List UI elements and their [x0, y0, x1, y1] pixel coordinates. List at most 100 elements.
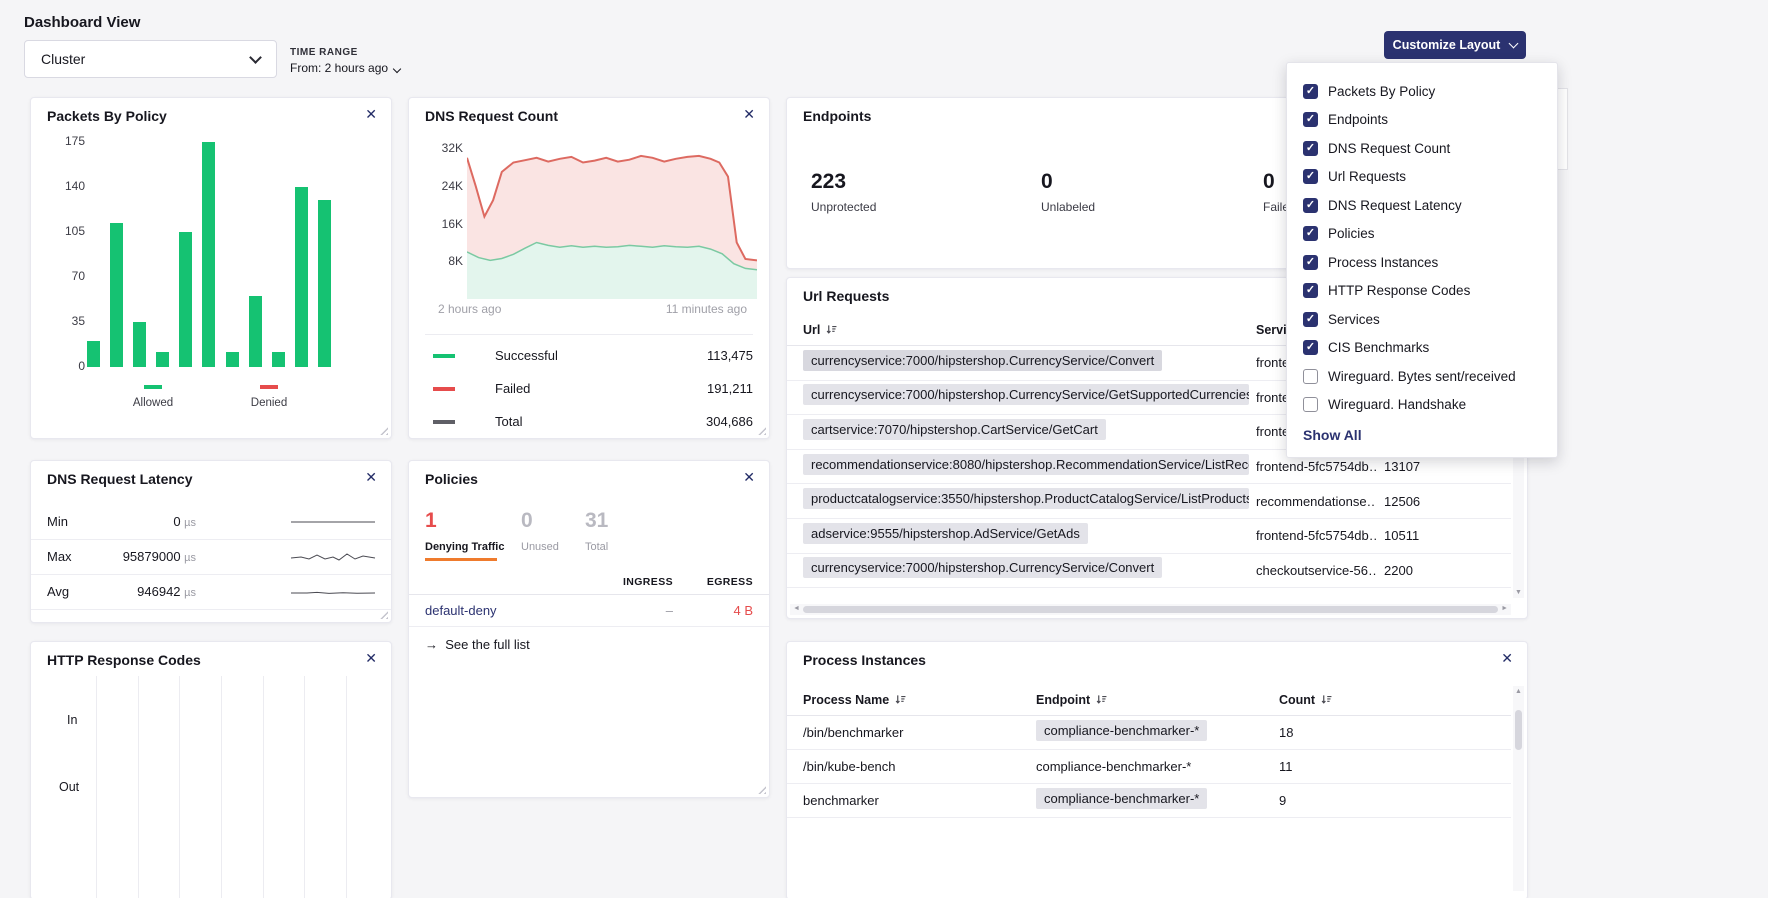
- column-header: INGRESS: [593, 576, 673, 588]
- column-label: Url: [803, 323, 820, 337]
- count-cell: 18: [1279, 725, 1399, 740]
- customize-menu-item[interactable]: ✓Policies: [1303, 220, 1541, 249]
- customize-menu-item[interactable]: ✓ Endpoints: [1303, 106, 1541, 135]
- menu-item-label: Process Instances: [1328, 255, 1438, 270]
- close-icon[interactable]: ✕: [365, 470, 377, 484]
- policy-name-link[interactable]: default-deny: [425, 603, 593, 618]
- checkbox[interactable]: ✓: [1303, 141, 1318, 156]
- checkbox[interactable]: ✓: [1303, 283, 1318, 298]
- customize-menu-item[interactable]: ✓ CIS Benchmarks: [1303, 334, 1541, 363]
- customize-menu-item[interactable]: ✓HTTP Response Codes: [1303, 277, 1541, 306]
- legend-item: Failed191,211: [409, 375, 769, 405]
- scrollbar-thumb[interactable]: [803, 606, 1498, 613]
- policy-stat[interactable]: 31Total: [585, 509, 608, 553]
- bar: [156, 352, 169, 367]
- show-all-link[interactable]: Show All: [1303, 427, 1541, 443]
- url-chip[interactable]: productcatalogservice:3550/hipstershop.P…: [803, 488, 1249, 509]
- checkbox[interactable]: ✓: [1303, 255, 1318, 270]
- sort-icon[interactable]: [826, 324, 837, 338]
- checkbox[interactable]: ✓: [1303, 312, 1318, 327]
- gridline: [96, 676, 97, 898]
- menu-item-label: DNS Request Latency: [1328, 198, 1462, 213]
- endpoint-cell: compliance-benchmarker-*: [1036, 720, 1279, 746]
- column-header[interactable]: Count: [1279, 693, 1511, 708]
- customize-menu-item[interactable]: ✓Url Requests: [1303, 163, 1541, 192]
- policy-stat[interactable]: 0Unused: [521, 509, 559, 553]
- time-range-label: TIME RANGE: [290, 47, 400, 58]
- checkbox[interactable]: ✓: [1303, 198, 1318, 213]
- service-cell: frontend-5fc5754db…: [1256, 528, 1376, 543]
- resize-handle[interactable]: [379, 426, 388, 435]
- see-full-list-label: See the full list: [445, 637, 530, 652]
- scroll-right-icon[interactable]: ►: [1501, 605, 1508, 612]
- customize-menu-item[interactable]: ✓ DNS Request Latency: [1303, 191, 1541, 220]
- url-chip[interactable]: currencyservice:7000/hipstershop.Currenc…: [803, 557, 1162, 578]
- view-select[interactable]: Cluster: [24, 40, 277, 78]
- scroll-left-icon[interactable]: ◄: [793, 605, 800, 612]
- menu-item-label: Packets By Policy: [1328, 84, 1435, 99]
- menu-item-label: Endpoints: [1328, 112, 1388, 127]
- see-full-list-link[interactable]: → See the full list: [425, 637, 530, 652]
- sparkline: [289, 514, 377, 535]
- stat-value: 0: [521, 509, 559, 533]
- checkbox[interactable]: ✓: [1303, 112, 1318, 127]
- table-row[interactable]: /bin/kube-benchcompliance-benchmarker-*1…: [787, 750, 1511, 784]
- sparkline: [289, 549, 377, 570]
- sort-icon[interactable]: [895, 694, 906, 708]
- checkbox[interactable]: ✓: [1303, 84, 1318, 99]
- horizontal-scrollbar[interactable]: ◄ ►: [790, 604, 1511, 615]
- url-cell: recommendationservice:8080/hipstershop.R…: [803, 454, 1256, 480]
- customize-menu-item[interactable]: Wireguard. Bytes sent/received: [1303, 362, 1541, 391]
- latency-value: 0 µs: [81, 514, 196, 529]
- url-chip[interactable]: cartservice:7070/hipstershop.CartService…: [803, 419, 1106, 440]
- sort-icon[interactable]: [1321, 694, 1332, 708]
- checkbox[interactable]: ✓: [1303, 169, 1318, 184]
- table-row[interactable]: productcatalogservice:3550/hipstershop.P…: [787, 484, 1511, 519]
- policy-stat[interactable]: 1Denying Traffic: [425, 509, 504, 561]
- gridline: [304, 676, 305, 898]
- resize-handle[interactable]: [757, 785, 766, 794]
- checkbox[interactable]: [1303, 397, 1318, 412]
- menu-item-label: CIS Benchmarks: [1328, 340, 1429, 355]
- resize-handle[interactable]: [379, 610, 388, 619]
- table-row[interactable]: currencyservice:7000/hipstershop.Currenc…: [787, 554, 1511, 589]
- checkbox[interactable]: ✓: [1303, 340, 1318, 355]
- checkbox[interactable]: ✓: [1303, 226, 1318, 241]
- y-axis-tick: 32K: [442, 141, 463, 155]
- url-cell: productcatalogservice:3550/hipstershop.P…: [803, 488, 1256, 514]
- url-chip[interactable]: adservice:9555/hipstershop.AdService/Get…: [803, 523, 1088, 544]
- scroll-up-icon[interactable]: ▲: [1513, 688, 1524, 695]
- category-label: Denied: [237, 397, 301, 409]
- count-cell: 13107: [1384, 459, 1504, 474]
- scrollbar-thumb[interactable]: [1515, 710, 1522, 750]
- column-header[interactable]: Endpoint: [1036, 693, 1279, 708]
- close-icon[interactable]: ✕: [1501, 651, 1513, 665]
- customize-menu-item[interactable]: ✓DNS Request Count: [1303, 134, 1541, 163]
- x-axis-label-start: 2 hours ago: [438, 302, 501, 316]
- url-chip[interactable]: currencyservice:7000/hipstershop.Currenc…: [803, 384, 1249, 405]
- column-header[interactable]: Url: [803, 323, 1256, 338]
- url-chip[interactable]: recommendationservice:8080/hipstershop.R…: [803, 454, 1249, 475]
- customize-menu-item[interactable]: ✓ Packets By Policy: [1303, 77, 1541, 106]
- table-row[interactable]: /bin/benchmarkercompliance-benchmarker-*…: [787, 716, 1511, 750]
- table-row: default-deny–4 B: [409, 595, 769, 627]
- customize-menu-item[interactable]: Wireguard. Handshake: [1303, 391, 1541, 420]
- scroll-down-icon[interactable]: ▼: [1513, 589, 1524, 596]
- customize-menu-item[interactable]: ✓Services: [1303, 305, 1541, 334]
- close-icon[interactable]: ✕: [743, 107, 755, 121]
- endpoint-cell: compliance-benchmarker-*: [1036, 758, 1279, 776]
- sort-icon[interactable]: [1096, 694, 1107, 708]
- time-range: TIME RANGE From: 2 hours ago: [290, 47, 400, 75]
- close-icon[interactable]: ✕: [743, 470, 755, 484]
- url-chip[interactable]: currencyservice:7000/hipstershop.Currenc…: [803, 350, 1162, 371]
- vertical-scrollbar[interactable]: ▲: [1513, 686, 1524, 891]
- time-range-from-dropdown[interactable]: From: 2 hours ago: [290, 61, 400, 75]
- table-row[interactable]: benchmarkercompliance-benchmarker-*9: [787, 784, 1511, 818]
- table-row[interactable]: adservice:9555/hipstershop.AdService/Get…: [787, 519, 1511, 554]
- close-icon[interactable]: ✕: [365, 107, 377, 121]
- checkbox[interactable]: [1303, 369, 1318, 384]
- customize-menu-item[interactable]: ✓ Process Instances: [1303, 248, 1541, 277]
- close-icon[interactable]: ✕: [365, 651, 377, 665]
- column-header[interactable]: Process Name: [803, 693, 1036, 708]
- customize-layout-button[interactable]: Customize Layout: [1384, 31, 1526, 59]
